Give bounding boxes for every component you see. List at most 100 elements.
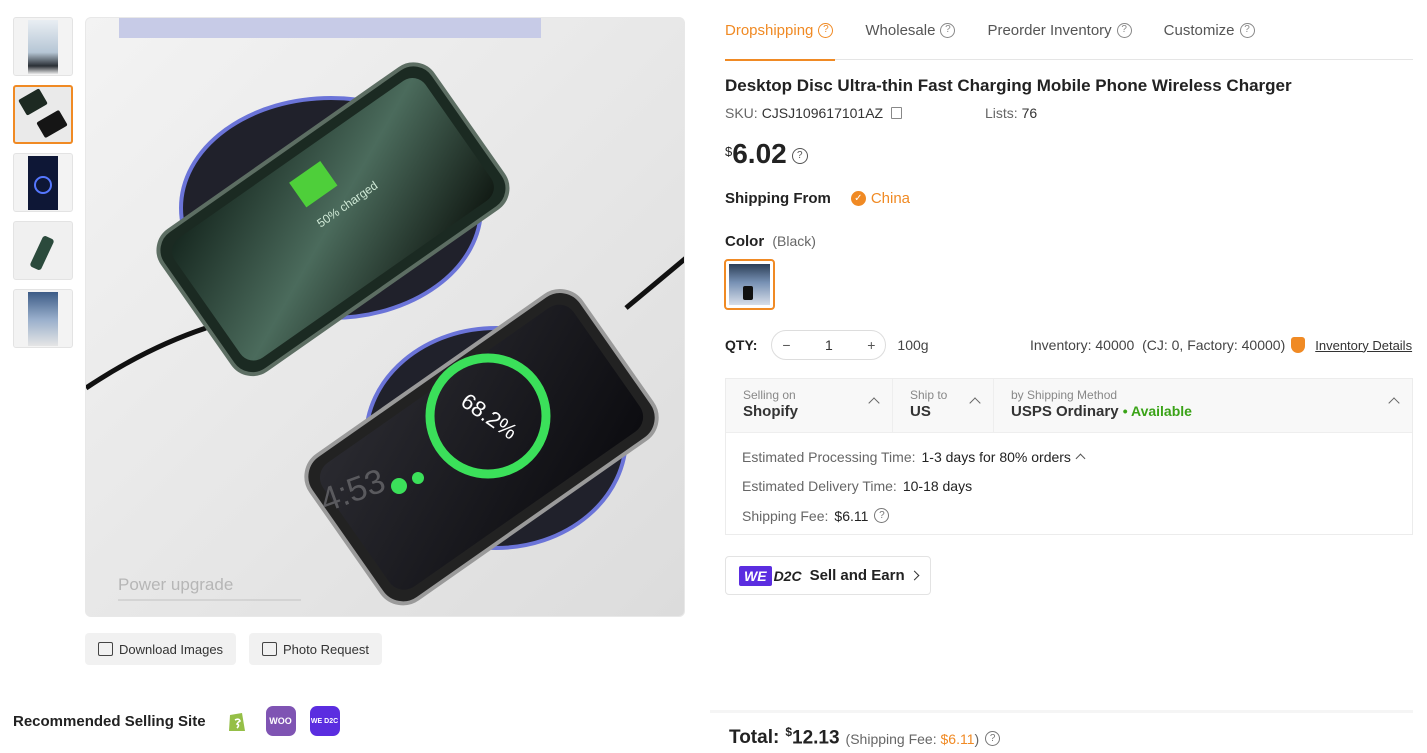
price-help-icon[interactable]: ? [791,148,808,164]
we-d2c-icon[interactable]: WE D2C [309,706,340,736]
color-swatch-black[interactable] [724,259,775,310]
help-icon[interactable]: ? [818,22,834,38]
we-logo: WE [739,565,772,586]
processing-time-row: Estimated Processing Time: 1-3 days for … [742,442,1396,472]
recommended-title: Recommended Selling Site [13,712,206,730]
shield-icon [1291,337,1306,353]
main-product-image[interactable]: 50% charged 68.2% 4:53 Power upgrade [85,17,685,617]
color-label: Color [725,233,765,250]
product-photo: 50% charged 68.2% 4:53 Power upgrade [86,18,684,616]
thumbnail-5[interactable] [13,289,73,348]
d2c-logo: D2C [773,567,802,584]
tab-wholesale-label: Wholesale [865,21,936,39]
total-fee-prefix: (Shipping Fee: [845,731,941,747]
copy-icon[interactable] [891,107,903,119]
help-icon[interactable]: ? [985,731,1001,746]
inventory-details-link[interactable]: Inventory Details [1315,338,1412,353]
selling-on-label: Selling on [743,388,796,402]
shipping-method-value: USPS Ordinary [1011,403,1119,420]
processing-label: Estimated Processing Time: [742,448,916,465]
ship-to-label: Ship to [910,388,948,402]
help-icon[interactable]: ? [1239,22,1255,38]
swatch-image [729,264,770,305]
photo-request-button[interactable]: Photo Request [249,633,383,665]
inventory-text: Inventory: 40000 (CJ: 0, Factory: 40000) [1030,337,1286,353]
total-value-wrap: $12.13 [785,725,839,749]
image-watermark-text: Power upgrade [118,575,233,594]
product-title: Desktop Disc Ultra-thin Fast Charging Mo… [725,76,1292,95]
total-bar: Total: $12.13 (Shipping Fee: $6.11) ? [710,710,1413,753]
tab-preorder-inventory[interactable]: Preorder Inventory ? [987,0,1132,60]
d2c-sell-and-earn-button[interactable]: WE D2C Sell and Earn [725,556,931,595]
tab-customize-label: Customize [1163,21,1235,39]
shipping-from-option[interactable]: ✓ China [850,190,911,207]
lists-info: Lists: 76 [985,105,1037,121]
sku-label: SKU: [725,105,758,121]
total-fee-value: $6.11 [940,731,975,747]
total-shipping-fee: (Shipping Fee: $6.11) [846,731,980,747]
inventory-info: Inventory: 40000 (CJ: 0, Factory: 40000)… [1030,337,1412,353]
shipping-from-label: Shipping From [725,190,831,207]
shipping-fee-row: Shipping Fee: $6.11 ? [742,501,1396,531]
weight: 100g [897,337,929,353]
color-selector: Color (Black) [725,233,816,250]
fee-label: Shipping Fee: [742,507,829,524]
thumbnail-list [13,17,73,357]
processing-value: 1-3 days for 80% orders [921,448,1071,465]
video-icon [262,642,277,656]
quantity-row: QTY: − + 100g Inventory: 40000 (CJ: 0, F… [725,330,1413,360]
shipping-method-label: by Shipping Method [1011,388,1118,402]
shipping-panel: Selling on Shopify Ship to US by Shippin… [725,378,1413,535]
check-icon: ✓ [850,191,866,206]
total-currency: $ [785,724,792,739]
total-label: Total: [729,727,780,748]
download-images-button[interactable]: Download Images [85,633,237,665]
quantity-stepper: − + [771,330,887,360]
plus-icon[interactable]: + [867,337,875,353]
selling-on-value: Shopify [743,403,798,420]
photo-request-label: Photo Request [283,641,370,657]
purchase-mode-tabs: Dropshipping ? Wholesale ? Preorder Inve… [725,0,1413,61]
selling-on-dropdown[interactable]: Selling on Shopify [726,379,892,432]
shipping-from-value: China [870,190,911,207]
total-fee-suffix: ) [974,731,980,747]
price-currency: $ [725,144,733,159]
help-icon[interactable]: ? [874,508,890,524]
qty-label: QTY: [725,337,758,353]
price-value: 6.02 [732,138,787,169]
total-value: 12.13 [792,727,840,748]
thumbnail-4[interactable] [13,221,73,280]
help-icon[interactable]: ? [940,22,956,38]
delivery-label: Estimated Delivery Time: [742,478,897,495]
tab-dropshipping[interactable]: Dropshipping ? [725,0,836,61]
tab-customize[interactable]: Customize ? [1164,0,1255,60]
lists-value: 76 [1021,105,1038,121]
sku-value: CJSJ109617101AZ [761,105,884,121]
shipping-method-dropdown[interactable]: by Shipping Method USPS Ordinary • Avail… [993,379,1412,432]
download-images-label: Download Images [119,641,224,657]
ship-to-dropdown[interactable]: Ship to US [892,379,993,432]
thumbnail-2[interactable] [13,85,73,144]
tab-wholesale[interactable]: Wholesale ? [865,0,956,60]
thumbnail-3[interactable] [13,153,73,212]
ship-to-value: US [910,403,931,420]
color-selected: (Black) [772,233,816,249]
delivery-time-row: Estimated Delivery Time: 10-18 days [742,472,1396,502]
delivery-value: 10-18 days [902,478,973,495]
fee-value: $6.11 [834,507,869,524]
help-icon[interactable]: ? [1116,22,1132,38]
woocommerce-icon[interactable]: WOO [265,706,296,736]
minus-icon[interactable]: − [782,337,790,353]
availability-status: • Available [1122,403,1192,419]
chevron-right-icon [909,570,920,581]
chevron-up-icon[interactable] [1075,453,1086,464]
sell-and-earn-label: Sell and Earn [809,567,905,584]
lists-label: Lists: [985,105,1018,121]
tab-preorder-label: Preorder Inventory [987,21,1112,39]
download-image-icon [98,642,113,656]
sku-info: SKU: CJSJ109617101AZ [725,105,903,121]
thumbnail-1[interactable] [13,17,73,76]
quantity-input[interactable] [808,337,849,353]
shopify-icon[interactable] [221,706,252,736]
product-price: $ 6.02 ? [725,138,808,170]
